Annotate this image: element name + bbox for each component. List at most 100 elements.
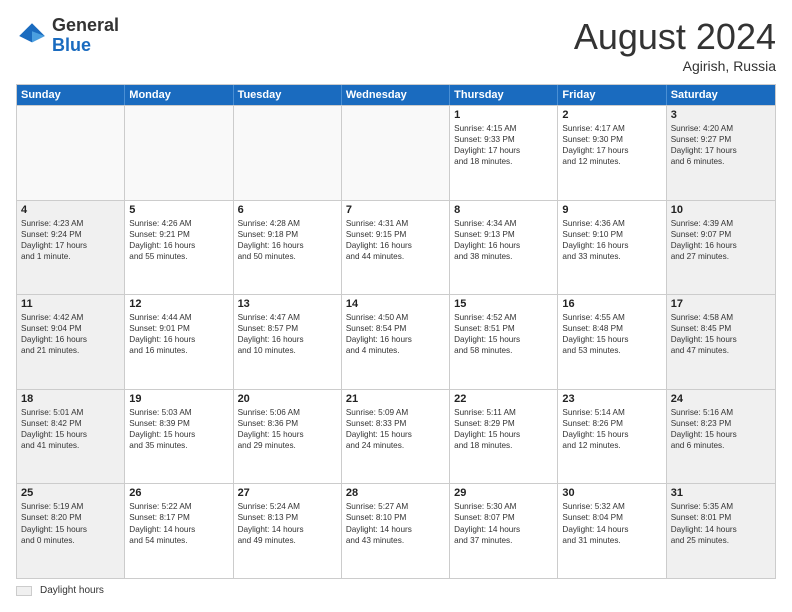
day-number: 31	[671, 487, 771, 499]
day-number: 15	[454, 298, 553, 310]
day-number: 23	[562, 393, 661, 405]
cell-info-line: and 18 minutes.	[454, 440, 553, 451]
cal-cell: 30Sunrise: 5:32 AMSunset: 8:04 PMDayligh…	[558, 484, 666, 578]
cell-info-line: Sunrise: 4:50 AM	[346, 312, 445, 323]
cal-cell: 10Sunrise: 4:39 AMSunset: 9:07 PMDayligh…	[667, 201, 775, 295]
logo-icon	[16, 20, 48, 52]
day-number: 29	[454, 487, 553, 499]
day-number: 4	[21, 204, 120, 216]
logo: General Blue	[16, 16, 119, 56]
cell-info-line: and 18 minutes.	[454, 156, 553, 167]
cell-info-line: and 21 minutes.	[21, 345, 120, 356]
cal-cell: 4 Sunrise: 4:23 AMSunset: 9:24 PMDaylight…	[17, 201, 125, 295]
cell-info-line: and 12 minutes.	[562, 156, 661, 167]
cell-info-line: Sunset: 8:33 PM	[346, 418, 445, 429]
cal-cell: 3Sunrise: 4:20 AMSunset: 9:27 PMDaylight…	[667, 106, 775, 200]
calendar-header: SundayMondayTuesdayWednesdayThursdayFrid…	[17, 85, 775, 105]
logo-blue-text: Blue	[52, 36, 119, 56]
day-number: 20	[238, 393, 337, 405]
day-header-tuesday: Tuesday	[234, 85, 342, 105]
cell-info-line: Sunset: 9:15 PM	[346, 229, 445, 240]
cell-info-line: Sunrise: 5:19 AM	[21, 501, 120, 512]
cal-cell	[234, 106, 342, 200]
cell-info-line: Sunrise: 4:58 AM	[671, 312, 771, 323]
cell-info-line: Sunrise: 4:31 AM	[346, 218, 445, 229]
cell-info-line: and 1 minute.	[21, 251, 120, 262]
day-number: 13	[238, 298, 337, 310]
cell-info-line: Sunrise: 5:06 AM	[238, 407, 337, 418]
day-number: 24	[671, 393, 771, 405]
cal-cell: 28Sunrise: 5:27 AMSunset: 8:10 PMDayligh…	[342, 484, 450, 578]
day-header-friday: Friday	[558, 85, 666, 105]
cell-info-line: Sunrise: 5:22 AM	[129, 501, 228, 512]
day-header-sunday: Sunday	[17, 85, 125, 105]
cell-info-line: Daylight: 16 hours	[346, 240, 445, 251]
cell-info-line: Daylight: 15 hours	[21, 524, 120, 535]
cell-info-line: Daylight: 15 hours	[562, 429, 661, 440]
cell-info-line: Sunset: 8:51 PM	[454, 323, 553, 334]
cell-info-line: Sunset: 8:23 PM	[671, 418, 771, 429]
cell-info-line: and 29 minutes.	[238, 440, 337, 451]
cell-info-line: and 37 minutes.	[454, 535, 553, 546]
cal-cell: 11Sunrise: 4:42 AMSunset: 9:04 PMDayligh…	[17, 295, 125, 389]
cell-info-line: Sunset: 8:10 PM	[346, 512, 445, 523]
cell-info-line: Daylight: 17 hours	[21, 240, 120, 251]
cell-info-line: Sunrise: 4:44 AM	[129, 312, 228, 323]
logo-general: General	[52, 16, 119, 36]
cell-info-line: Sunset: 8:48 PM	[562, 323, 661, 334]
cal-cell: 23Sunrise: 5:14 AMSunset: 8:26 PMDayligh…	[558, 390, 666, 484]
page: General Blue August 2024 Agirish, Russia…	[0, 0, 792, 612]
cell-info-line: Daylight: 16 hours	[21, 334, 120, 345]
cell-info-line: Sunrise: 5:03 AM	[129, 407, 228, 418]
cell-info-line: Daylight: 16 hours	[454, 240, 553, 251]
day-number: 1	[454, 109, 553, 121]
day-number: 30	[562, 487, 661, 499]
cell-info-line: Sunset: 8:54 PM	[346, 323, 445, 334]
day-number: 10	[671, 204, 771, 216]
cell-info-line: Sunrise: 5:30 AM	[454, 501, 553, 512]
cell-info-line: Sunset: 9:24 PM	[21, 229, 120, 240]
cell-info-line: Daylight: 17 hours	[562, 145, 661, 156]
cell-info-line: Sunrise: 4:36 AM	[562, 218, 661, 229]
cell-info-line: Sunset: 8:20 PM	[21, 512, 120, 523]
month-year: August 2024	[574, 16, 776, 58]
header: General Blue August 2024 Agirish, Russia	[16, 16, 776, 74]
day-number: 26	[129, 487, 228, 499]
cal-cell: 17Sunrise: 4:58 AMSunset: 8:45 PMDayligh…	[667, 295, 775, 389]
cell-info-line: and 6 minutes.	[671, 440, 771, 451]
cell-info-line: Sunset: 8:36 PM	[238, 418, 337, 429]
day-number: 9	[562, 204, 661, 216]
cell-info-line: and 55 minutes.	[129, 251, 228, 262]
cell-info-line: Sunset: 8:13 PM	[238, 512, 337, 523]
cal-cell: 24Sunrise: 5:16 AMSunset: 8:23 PMDayligh…	[667, 390, 775, 484]
cell-info-line: Daylight: 16 hours	[562, 240, 661, 251]
cell-info-line: Sunrise: 4:17 AM	[562, 123, 661, 134]
cell-info-line: Sunrise: 4:26 AM	[129, 218, 228, 229]
cell-info-line: Sunset: 8:39 PM	[129, 418, 228, 429]
cell-info-line: Sunset: 9:13 PM	[454, 229, 553, 240]
cell-info-line: Sunset: 9:33 PM	[454, 134, 553, 145]
day-number: 25	[21, 487, 120, 499]
day-number: 21	[346, 393, 445, 405]
cal-cell: 6Sunrise: 4:28 AMSunset: 9:18 PMDaylight…	[234, 201, 342, 295]
cell-info-line: and 38 minutes.	[454, 251, 553, 262]
week-row-2: 4Sunrise: 4:23 AMSunset: 9:24 PMDaylight…	[17, 200, 775, 295]
cal-cell: 8Sunrise: 4:34 AMSunset: 9:13 PMDaylight…	[450, 201, 558, 295]
cell-info-line: Daylight: 16 hours	[129, 240, 228, 251]
cell-info-line: Daylight: 16 hours	[346, 334, 445, 345]
cell-info-line: Daylight: 16 hours	[238, 240, 337, 251]
cell-info-line: and 12 minutes.	[562, 440, 661, 451]
cell-info-line: Sunset: 9:10 PM	[562, 229, 661, 240]
day-number: 7	[346, 204, 445, 216]
cell-info-line: Sunrise: 5:35 AM	[671, 501, 771, 512]
day-header-wednesday: Wednesday	[342, 85, 450, 105]
legend-label: Daylight hours	[40, 585, 104, 596]
day-number: 27	[238, 487, 337, 499]
cell-info-line: Sunset: 9:18 PM	[238, 229, 337, 240]
cell-info-line: and 0 minutes.	[21, 535, 120, 546]
cell-info-line: Sunrise: 4:23 AM	[21, 218, 120, 229]
cell-info-line: Sunset: 8:01 PM	[671, 512, 771, 523]
cell-info-line: Sunrise: 5:14 AM	[562, 407, 661, 418]
cell-info-line: Daylight: 15 hours	[346, 429, 445, 440]
cell-info-line: Sunset: 9:01 PM	[129, 323, 228, 334]
